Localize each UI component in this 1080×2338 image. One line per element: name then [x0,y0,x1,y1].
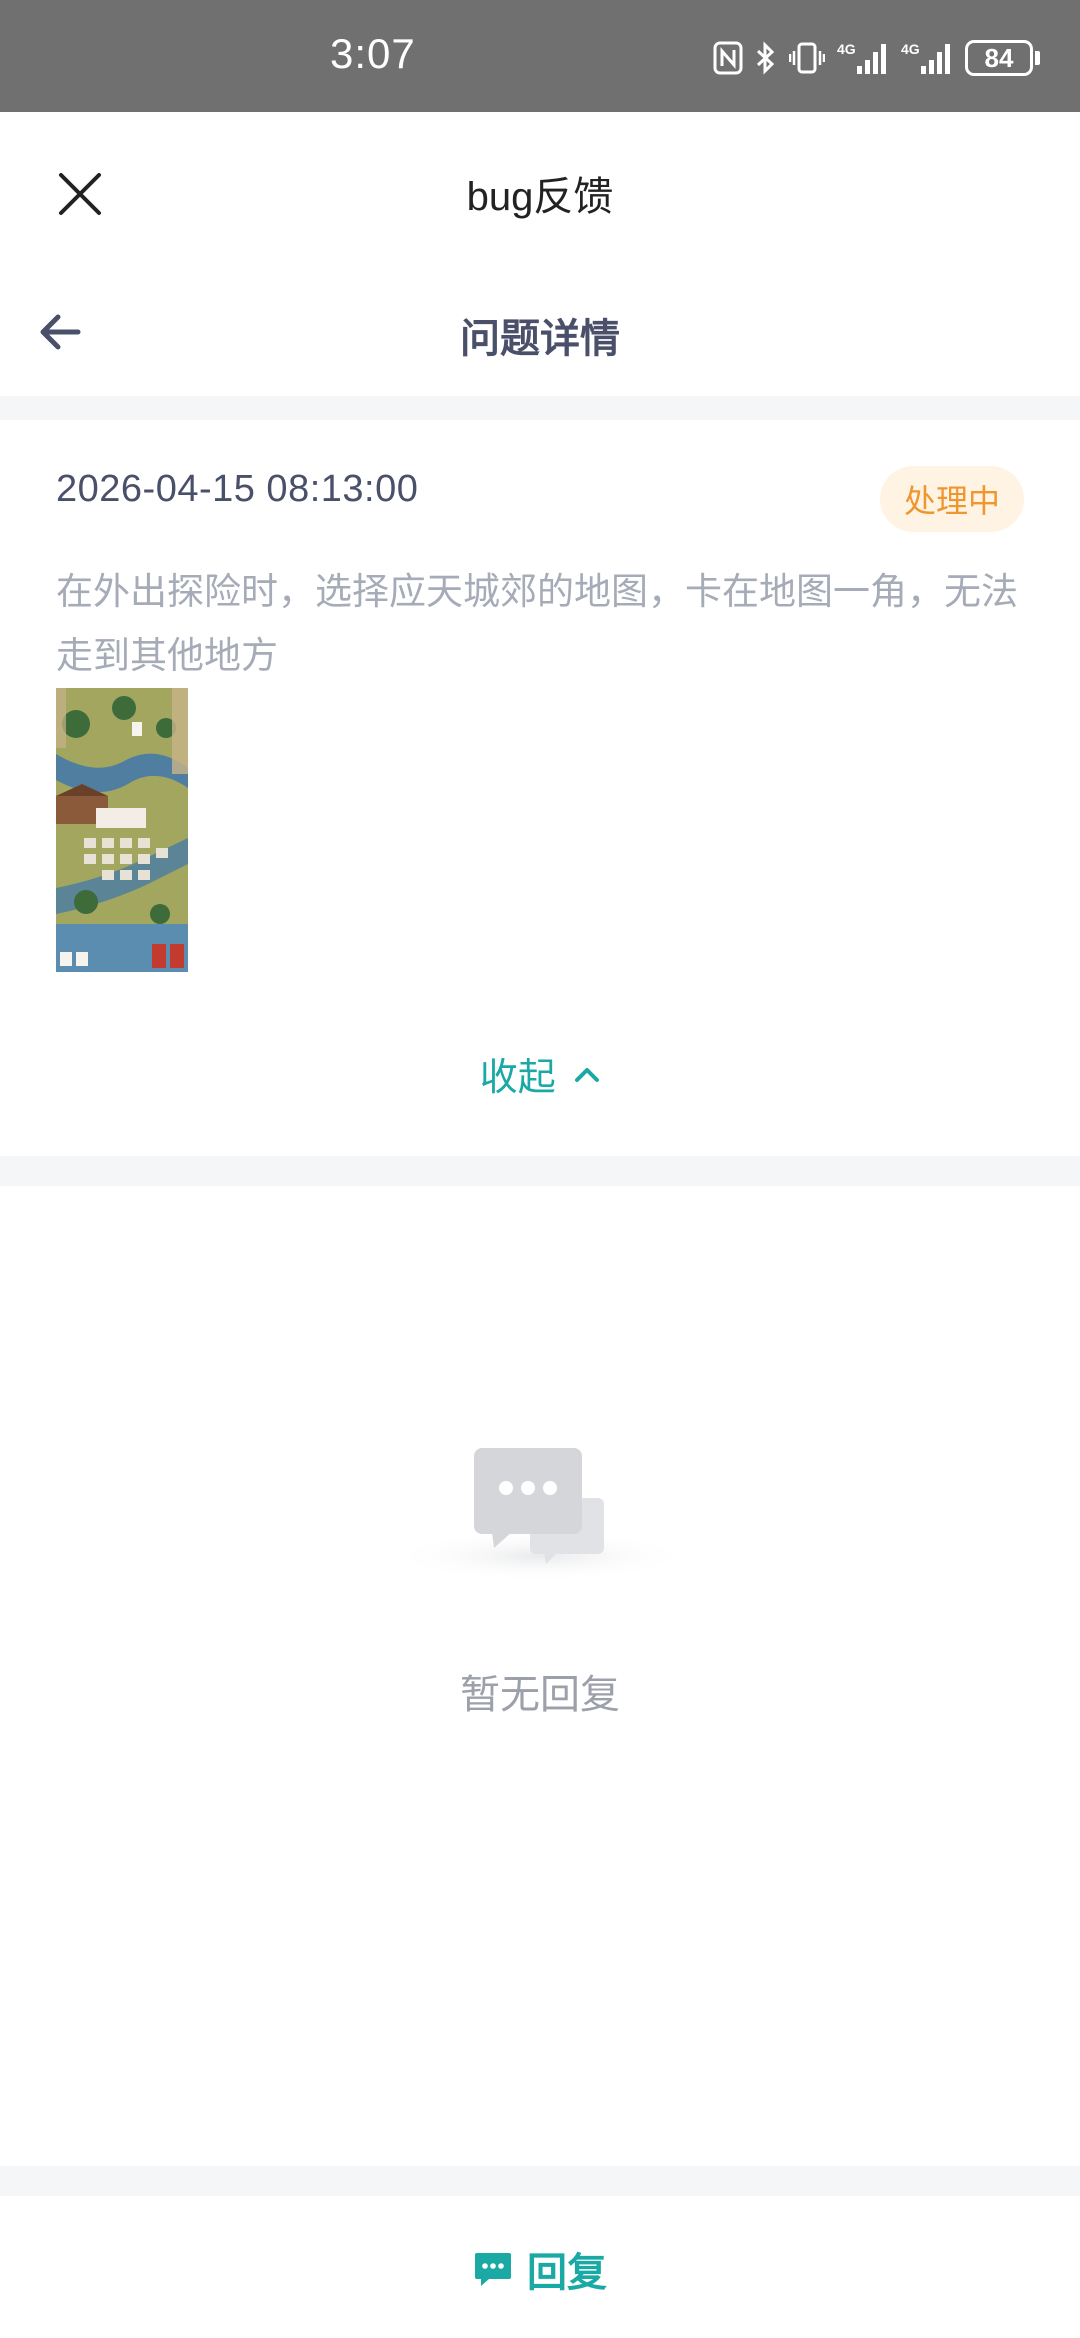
collapse-label: 收起 [479,1057,556,1099]
signal-icon-2: 4G [901,41,950,74]
replies-section: 暂无回复 [0,1186,1080,2166]
status-time: 3:07 [330,30,416,77]
webview-title: bug反馈 [466,175,614,219]
chevron-up-icon [575,1067,600,1082]
page-title: 问题详情 [460,317,620,361]
vibrate-icon [789,42,825,74]
page-header: 问题详情 [0,272,1080,396]
reply-button[interactable]: 回复 [0,2240,1080,2298]
chat-bubble-icon [388,1448,692,1588]
bluetooth-icon [756,41,775,75]
issue-screenshot-thumbnail[interactable] [56,688,188,972]
collapse-toggle[interactable]: 收起 [0,1046,1080,1101]
status-badge: 处理中 [879,466,1024,532]
webview-title-bar: bug反馈 [0,112,1080,272]
svg-text:4G: 4G [901,41,920,57]
svg-text:4G: 4G [837,41,856,57]
message-icon [475,2253,511,2286]
section-divider [0,396,1080,420]
status-icons: 4G 4G 84 [713,38,1040,78]
issue-datetime: 2026-04-15 08:13:00 [56,468,419,510]
empty-replies-text: 暂无回复 [460,1673,620,1717]
section-divider-2 [0,1156,1080,1186]
signal-icon: 4G [837,41,886,74]
bottom-bar: 回复 [0,2196,1080,2338]
status-bar: 3:07 4G 4G 84 [0,0,1080,112]
section-divider-3 [0,2166,1080,2196]
issue-card: 2026-04-15 08:13:00 处理中 在外出探险时，选择应天城郊的地图… [0,420,1080,1156]
reply-label: 回复 [527,2251,607,2295]
battery-level: 84 [965,40,1033,76]
nfc-icon [713,41,743,75]
battery-icon: 84 [965,40,1040,76]
issue-description: 在外出探险时，选择应天城郊的地图，卡在地图一角，无法走到其他地方 [56,571,1018,676]
